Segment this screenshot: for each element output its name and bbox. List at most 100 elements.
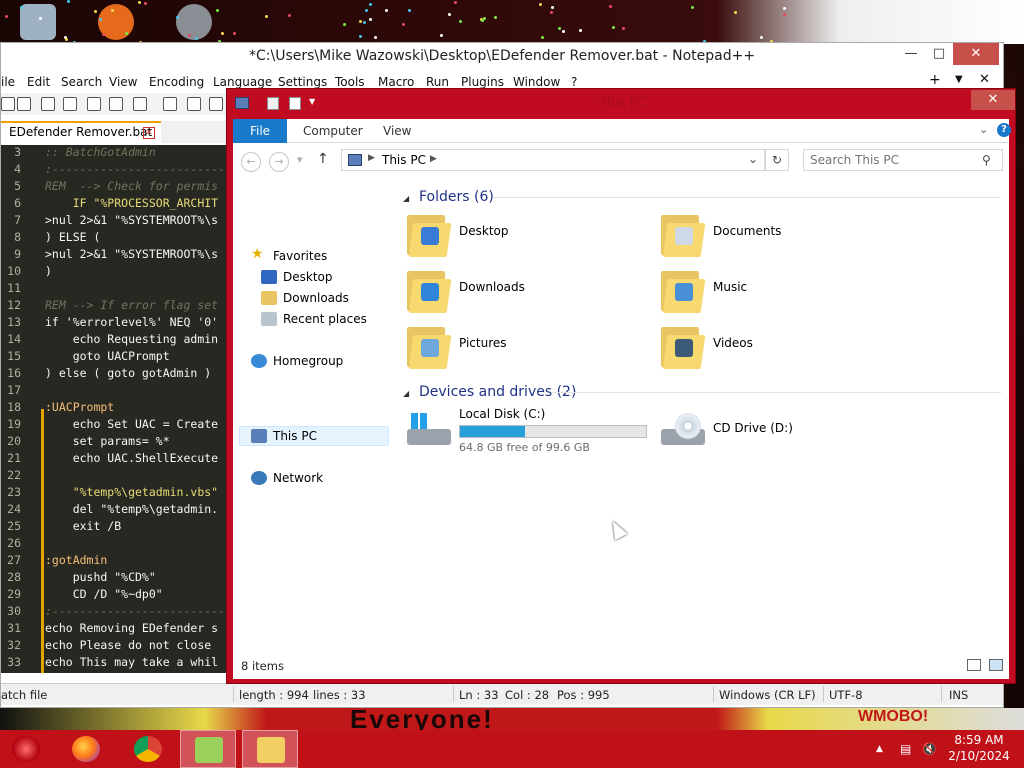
expand-ribbon-icon[interactable]: ⌄: [979, 123, 988, 136]
drive-cd-d[interactable]: CD Drive (D:): [661, 407, 911, 459]
refresh-icon[interactable]: ↻: [765, 149, 789, 171]
address-dropdown-icon[interactable]: ⌄: [748, 152, 758, 166]
breadcrumb-separator-icon[interactable]: ▶: [368, 153, 375, 163]
code-line[interactable]: 33 echo This may take a whil: [1, 655, 227, 672]
tab-close-icon[interactable]: ✕: [143, 127, 155, 139]
folder-downloads[interactable]: Downloads: [407, 265, 657, 317]
tab-file[interactable]: File: [233, 119, 287, 143]
code-line[interactable]: 7 >nul 2>&1 "%SYSTEMROOT%\s: [1, 213, 227, 230]
explorer-window[interactable]: ▼ This PC ✕ File Computer View ⌄ ? ← → ▼…: [226, 88, 1016, 684]
nav-downloads[interactable]: Downloads: [261, 289, 401, 309]
code-line[interactable]: 23 "%temp%\getadmin.vbs": [1, 485, 227, 502]
menu-encoding[interactable]: Encoding: [149, 75, 204, 89]
search-input[interactable]: [810, 153, 980, 167]
nav-network[interactable]: Network: [251, 469, 391, 489]
code-line[interactable]: 11: [1, 281, 227, 298]
code-line[interactable]: 20 set params= %*: [1, 434, 227, 451]
code-editor[interactable]: 3:: BatchGotAdmin 4:---------------------…: [1, 145, 227, 673]
collapse-icon[interactable]: ◢: [403, 194, 409, 203]
code-line[interactable]: 32 echo Please do not close: [1, 638, 227, 655]
close-icon[interactable]: ✕: [953, 43, 999, 65]
code-line[interactable]: 19 echo Set UAC = Create: [1, 417, 227, 434]
breadcrumb-separator-icon[interactable]: ▶: [430, 154, 437, 164]
folder-pictures[interactable]: Pictures: [407, 321, 657, 373]
menu-search[interactable]: Search: [61, 75, 102, 89]
code-line[interactable]: 9 >nul 2>&1 "%SYSTEMROOT%\s: [1, 247, 227, 264]
taskbar-firefox[interactable]: [58, 730, 114, 768]
properties-icon[interactable]: [267, 97, 279, 110]
menu-macro[interactable]: Macro: [378, 75, 414, 89]
close-all-icon[interactable]: [109, 97, 123, 111]
code-line[interactable]: 12 REM --> If error flag set: [1, 298, 227, 315]
code-line[interactable]: 13 if '%errorlevel%' NEQ '0': [1, 315, 227, 332]
code-line[interactable]: 28 pushd "%CD%": [1, 570, 227, 587]
menu-settings[interactable]: Settings: [278, 75, 327, 89]
cut-icon[interactable]: [163, 97, 177, 111]
save-all-icon[interactable]: [63, 97, 77, 111]
volume-muted-icon[interactable]: 🔇: [922, 742, 937, 756]
code-line[interactable]: 25 exit /B: [1, 519, 227, 536]
notepadpp-titlebar[interactable]: *C:\Users\Mike Wazowski\Desktop\EDefende…: [1, 43, 1003, 71]
collapse-icon[interactable]: ◢: [403, 389, 409, 398]
nav-recent-places[interactable]: Recent places: [261, 310, 401, 330]
flash-desktop-icon[interactable]: [176, 4, 212, 40]
print-icon[interactable]: [133, 97, 147, 111]
minimize-icon[interactable]: —: [897, 43, 925, 65]
code-line[interactable]: 17: [1, 383, 227, 400]
taskbar-chrome[interactable]: [120, 730, 176, 768]
code-line[interactable]: 6 IF "%PROCESSOR_ARCHIT: [1, 196, 227, 213]
tab-computer[interactable]: Computer: [303, 124, 363, 138]
network-tray-icon[interactable]: ▤: [900, 742, 911, 756]
dropdown-icon[interactable]: ▼: [955, 74, 963, 85]
menu-help[interactable]: ?: [571, 75, 577, 89]
breadcrumb-this-pc[interactable]: This PC: [382, 153, 426, 167]
code-line[interactable]: 21 echo UAC.ShellExecute: [1, 451, 227, 468]
system-clock[interactable]: 8:59 AM 2/10/2024: [948, 733, 1010, 763]
close-doc-icon[interactable]: ✕: [979, 72, 990, 87]
tab-view[interactable]: View: [383, 124, 411, 138]
menu-file[interactable]: ile: [1, 75, 15, 89]
recycle-bin-icon[interactable]: [20, 4, 56, 40]
content-pane[interactable]: ◢ Folders (6) Desktop Documents Download…: [393, 181, 1009, 653]
menu-tools[interactable]: Tools: [335, 75, 365, 89]
code-line[interactable]: 5 REM --> Check for permis: [1, 179, 227, 196]
nav-this-pc[interactable]: This PC: [251, 427, 391, 447]
code-line[interactable]: 26: [1, 536, 227, 553]
forward-icon[interactable]: →: [269, 152, 289, 172]
folder-desktop[interactable]: Desktop: [407, 209, 657, 261]
code-line[interactable]: 22: [1, 468, 227, 485]
plus-icon[interactable]: +: [929, 72, 941, 88]
show-hidden-icons-icon[interactable]: ▲: [876, 744, 883, 754]
address-input[interactable]: ▶ This PC ▶ ⌄: [341, 149, 765, 171]
maximize-icon[interactable]: □: [925, 43, 953, 65]
code-line[interactable]: 3:: BatchGotAdmin: [1, 145, 227, 162]
save-icon[interactable]: [41, 97, 55, 111]
code-line[interactable]: 16) else ( goto gotAdmin ): [1, 366, 227, 383]
nav-desktop[interactable]: Desktop: [261, 268, 401, 288]
code-line[interactable]: 18:UACPrompt: [1, 400, 227, 417]
menu-edit[interactable]: Edit: [27, 75, 50, 89]
open-file-icon[interactable]: [17, 97, 31, 111]
close-icon[interactable]: ✕: [971, 90, 1015, 110]
paste-icon[interactable]: [209, 97, 223, 111]
code-line[interactable]: 8) ELSE (: [1, 230, 227, 247]
code-line[interactable]: 24 del "%temp%\getadmin.: [1, 502, 227, 519]
new-file-icon[interactable]: [1, 97, 15, 111]
nav-favorites[interactable]: ★ Favorites: [251, 246, 391, 267]
taskbar-notepadpp[interactable]: [180, 730, 236, 768]
details-view-icon[interactable]: [967, 659, 981, 671]
code-line[interactable]: 29 CD /D "%~dp0": [1, 587, 227, 604]
back-icon[interactable]: ←: [241, 152, 261, 172]
code-line[interactable]: 30:------------------------------: [1, 604, 227, 621]
large-icons-view-icon[interactable]: [989, 659, 1003, 671]
code-line[interactable]: 10): [1, 264, 227, 281]
code-line[interactable]: 15 goto UACPrompt: [1, 349, 227, 366]
folder-music[interactable]: Music: [661, 265, 911, 317]
quick-access-dropdown-icon[interactable]: ▼: [309, 97, 315, 106]
folder-documents[interactable]: Documents: [661, 209, 911, 261]
code-line[interactable]: 4:------------------------------: [1, 162, 227, 179]
folder-videos[interactable]: Videos: [661, 321, 911, 373]
close-file-icon[interactable]: [87, 97, 101, 111]
tab-edefender-remover[interactable]: EDefender Remover.bat ✕: [1, 121, 161, 143]
menu-view[interactable]: View: [109, 75, 137, 89]
